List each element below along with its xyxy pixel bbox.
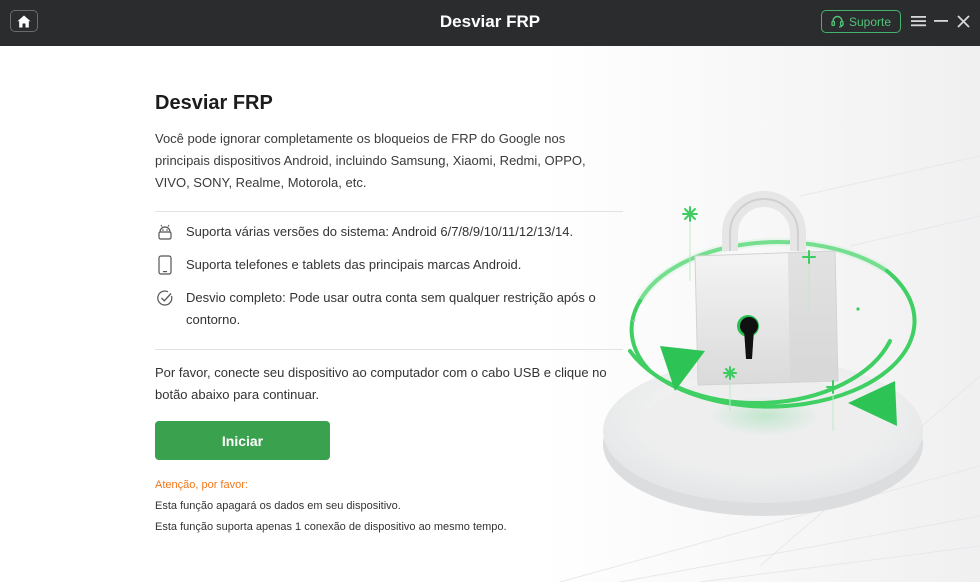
feature-item-versions: Suporta várias versões do sistema: Andro…: [155, 221, 626, 243]
feature-text: Desvio completo: Pode usar outra conta s…: [186, 290, 596, 327]
close-icon: [956, 14, 970, 28]
menu-icon: [910, 16, 926, 27]
feature-text: Suporta várias versões do sistema: Andro…: [186, 224, 574, 239]
title-bar: Desviar FRP Suporte: [0, 0, 980, 46]
warning-title: Atenção, por favor:: [155, 479, 248, 491]
description-text: Você pode ignorar completamente os bloqu…: [155, 131, 586, 190]
page-title: Desviar FRP: [155, 92, 273, 114]
check-circle-icon: [155, 287, 175, 309]
warning-line: Esta função apagará os dados em seu disp…: [155, 500, 401, 512]
feature-item-bypass: Desvio completo: Pode usar outra conta s…: [155, 287, 626, 331]
warning-line: Esta função suporta apenas 1 conexão de …: [155, 521, 507, 533]
support-label: Suporte: [848, 14, 892, 29]
close-button[interactable]: [954, 12, 972, 30]
start-button[interactable]: Iniciar: [155, 421, 330, 460]
support-button[interactable]: Suporte: [821, 10, 901, 33]
lock-illustration: [603, 191, 923, 516]
minimize-button[interactable]: [932, 12, 950, 30]
minimize-icon: [934, 20, 948, 22]
phone-icon: [155, 254, 175, 276]
divider-top: [155, 211, 623, 212]
divider-bottom: [155, 349, 623, 350]
feature-item-brands: Suporta telefones e tablets das principa…: [155, 254, 626, 276]
feature-text: Suporta telefones e tablets das principa…: [186, 257, 522, 272]
menu-button[interactable]: [909, 12, 927, 30]
headset-icon: [831, 15, 844, 28]
android-icon: [155, 221, 175, 243]
instruction-text: Por favor, conecte seu dispositivo ao co…: [155, 365, 607, 402]
content-area: Desviar FRP Você pode ignorar completame…: [0, 46, 980, 582]
